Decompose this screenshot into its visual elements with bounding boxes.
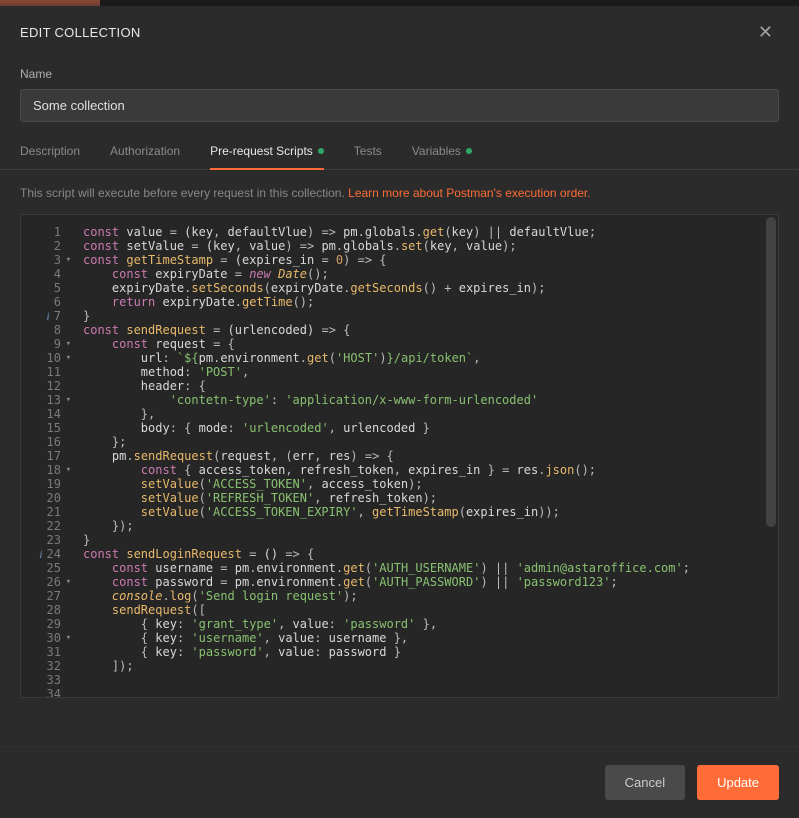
line-number: 15 [47, 421, 61, 435]
modal-footer: Cancel Update [0, 746, 799, 818]
line-number: 20 [47, 491, 61, 505]
line-number: 27 [47, 589, 61, 603]
line-number: 14 [47, 407, 61, 421]
indicator-dot-icon [318, 148, 324, 154]
editor-scrollbar[interactable] [764, 217, 776, 695]
line-number: 21 [47, 505, 61, 519]
tab-label: Tests [354, 144, 382, 158]
update-button[interactable]: Update [697, 765, 779, 800]
editor-content[interactable]: const value = (key, defaultVlue) => pm.g… [77, 215, 778, 697]
editor-scroll-thumb[interactable] [766, 217, 776, 527]
line-number: 30 [47, 631, 61, 645]
tab-tests[interactable]: Tests [354, 144, 382, 170]
info-gutter-icon: i [46, 309, 49, 323]
code-editor[interactable]: 123▾456i789▾10▾111213▾1415161718▾1920212… [20, 214, 779, 698]
tab-label: Variables [412, 144, 461, 158]
line-number: 12 [47, 379, 61, 393]
line-number: 22 [47, 519, 61, 533]
line-number: 31 [47, 645, 61, 659]
modal-header: EDIT COLLECTION ✕ [0, 6, 799, 55]
editor-gutter: 123▾456i789▾10▾111213▾1415161718▾1920212… [21, 215, 77, 697]
line-number: 11 [47, 365, 61, 379]
fold-icon[interactable]: ▾ [65, 631, 71, 645]
line-number: 32 [47, 659, 61, 673]
modal-title: EDIT COLLECTION [20, 25, 141, 40]
tab-label: Pre-request Scripts [210, 144, 313, 158]
line-number: 18 [47, 463, 61, 477]
info-gutter-icon: i [39, 547, 42, 561]
line-number: 4 [54, 267, 61, 281]
line-number: 1 [54, 225, 61, 239]
indicator-dot-icon [466, 148, 472, 154]
fold-icon[interactable]: ▾ [65, 337, 71, 351]
helper-link[interactable]: Learn more about Postman's execution ord… [348, 186, 590, 200]
line-number: 34 [47, 687, 61, 698]
tab-description[interactable]: Description [20, 144, 80, 170]
line-number: 29 [47, 617, 61, 631]
tab-label: Authorization [110, 144, 180, 158]
line-number: 10 [47, 351, 61, 365]
line-number: 6 [54, 295, 61, 309]
line-number: 26 [47, 575, 61, 589]
fold-icon[interactable]: ▾ [65, 351, 71, 365]
line-number: 7 [54, 309, 61, 323]
line-number: 3 [54, 253, 61, 267]
line-number: 2 [54, 239, 61, 253]
line-number: 17 [47, 449, 61, 463]
tab-authorization[interactable]: Authorization [110, 144, 180, 170]
edit-collection-modal: EDIT COLLECTION ✕ Name Description Author… [0, 6, 799, 818]
close-icon[interactable]: ✕ [752, 20, 779, 45]
line-number: 19 [47, 477, 61, 491]
line-number: 8 [54, 323, 61, 337]
cancel-button[interactable]: Cancel [605, 765, 685, 800]
line-number: 24 [47, 547, 61, 561]
tab-label: Description [20, 144, 80, 158]
collection-name-input[interactable] [20, 89, 779, 122]
line-number: 13 [47, 393, 61, 407]
line-number: 25 [47, 561, 61, 575]
line-number: 9 [54, 337, 61, 351]
tab-pre-request-scripts[interactable]: Pre-request Scripts [210, 144, 324, 170]
fold-icon[interactable]: ▾ [65, 463, 71, 477]
helper-text-body: This script will execute before every re… [20, 186, 348, 200]
fold-icon[interactable]: ▾ [65, 393, 71, 407]
name-label: Name [0, 55, 799, 89]
tabs-bar: Description Authorization Pre-request Scri… [0, 122, 799, 170]
line-number: 5 [54, 281, 61, 295]
line-number: 23 [47, 533, 61, 547]
line-number: 16 [47, 435, 61, 449]
line-number: 28 [47, 603, 61, 617]
line-number: 33 [47, 673, 61, 687]
fold-icon[interactable]: ▾ [65, 575, 71, 589]
fold-icon[interactable]: ▾ [65, 253, 71, 267]
tab-variables[interactable]: Variables [412, 144, 472, 170]
helper-text: This script will execute before every re… [0, 170, 799, 214]
